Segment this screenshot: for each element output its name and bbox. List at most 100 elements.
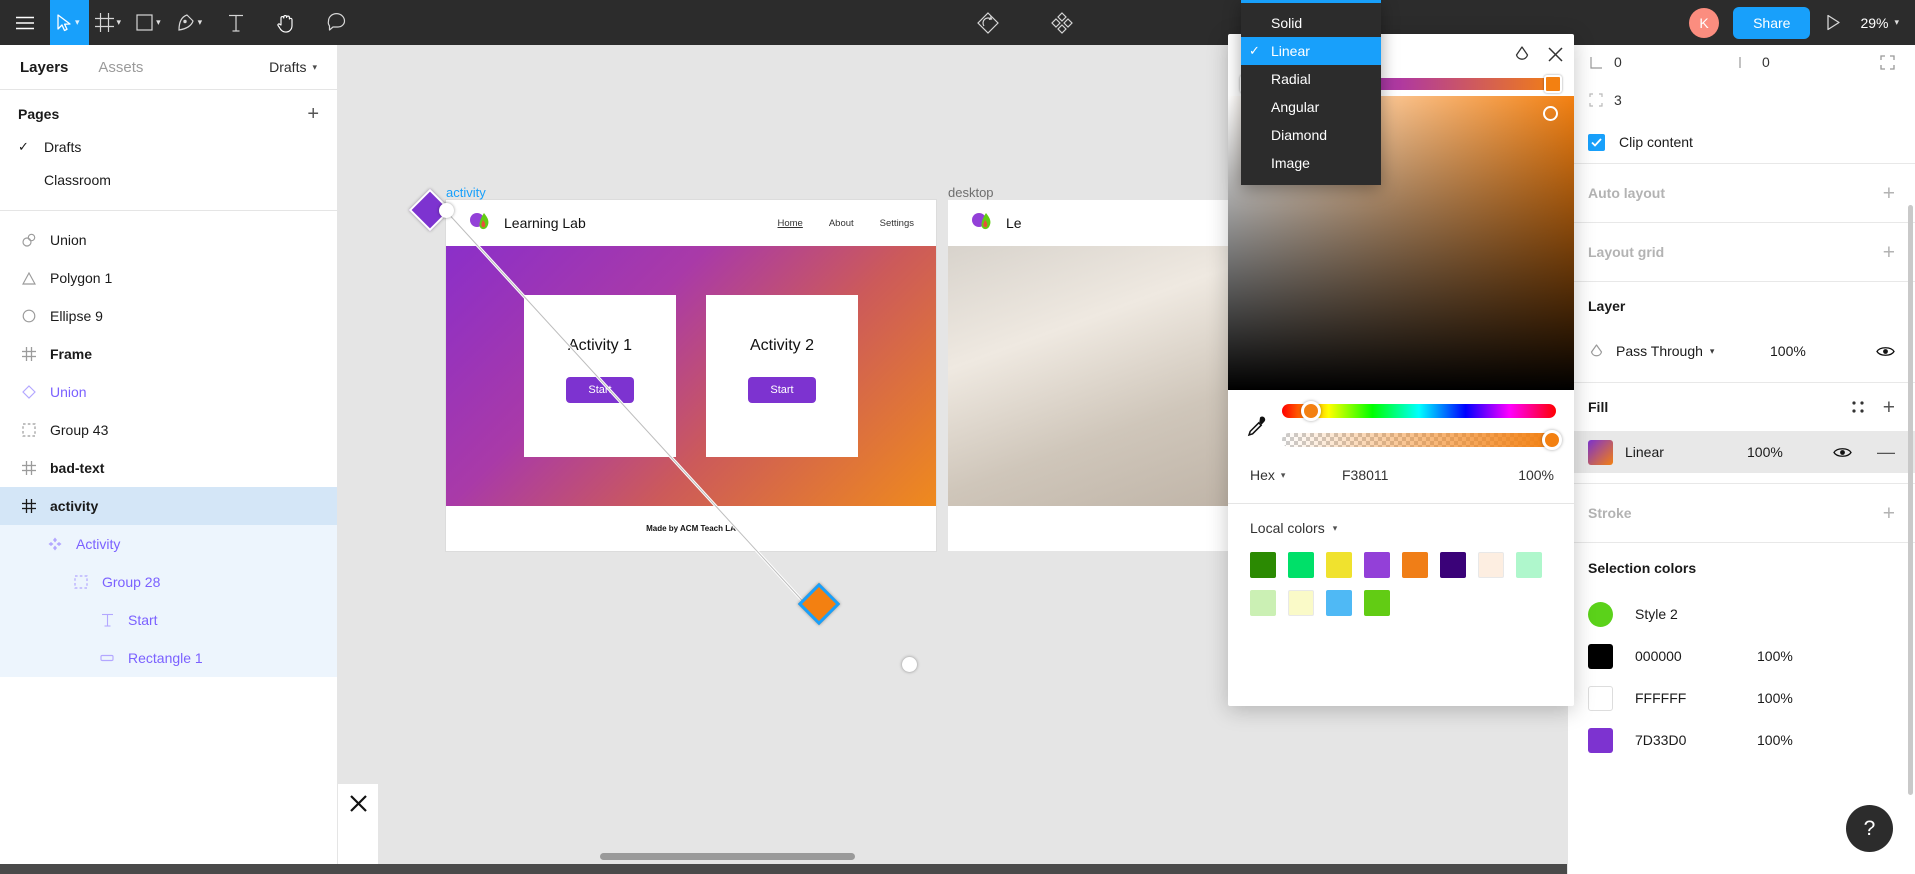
clip-content-checkbox[interactable] <box>1588 133 1605 151</box>
fill-item-row[interactable]: Linear 100% — <box>1568 431 1915 473</box>
local-color-swatch[interactable] <box>1402 552 1428 578</box>
activity-card-2[interactable]: Activity 2 Start <box>706 295 858 457</box>
gradient-type-option[interactable]: Diamond <box>1241 121 1381 149</box>
layer-row[interactable]: Union <box>0 373 337 411</box>
hue-slider-knob[interactable] <box>1301 401 1322 421</box>
zoom-control[interactable]: 29% ▾ <box>1856 15 1899 31</box>
fill-swatch[interactable] <box>1588 439 1613 465</box>
canvas-horizontal-scrollbar[interactable] <box>600 853 855 860</box>
add-layout-grid-button[interactable]: + <box>1883 242 1895 263</box>
fill-styles-icon[interactable] <box>1851 400 1865 414</box>
gradient-length-handle[interactable] <box>902 657 917 672</box>
pen-tool[interactable]: ▾ <box>170 0 212 45</box>
layer-row[interactable]: Union <box>0 221 337 259</box>
nav-link-about[interactable]: About <box>829 218 854 229</box>
left-panel-horizontal-scrollbar[interactable] <box>0 864 338 874</box>
layer-row[interactable]: activity <box>0 487 337 525</box>
selection-color-swatch[interactable] <box>1588 727 1613 753</box>
card-start-button[interactable]: Start <box>566 377 634 403</box>
layer-row[interactable]: Polygon 1 <box>0 259 337 297</box>
layer-row[interactable]: Frame <box>0 335 337 373</box>
tab-assets[interactable]: Assets <box>98 59 143 76</box>
move-tool[interactable]: ▾ <box>50 0 89 45</box>
main-menu-button[interactable] <box>0 0 50 45</box>
layer-row[interactable]: Start <box>0 601 337 639</box>
add-auto-layout-button[interactable]: + <box>1883 183 1895 204</box>
tab-layers[interactable]: Layers <box>20 59 68 76</box>
card-start-button[interactable]: Start <box>748 377 816 403</box>
fill-opacity-input[interactable]: 100% <box>1747 444 1809 460</box>
layer-row[interactable]: Group 43 <box>0 411 337 449</box>
alpha-slider[interactable] <box>1282 430 1562 450</box>
rotate-icon[interactable] <box>1515 45 1529 63</box>
text-tool[interactable] <box>211 0 261 45</box>
hex-value-input[interactable]: F38011 <box>1342 467 1388 483</box>
selection-color-row[interactable]: 000000 100% <box>1568 635 1915 677</box>
add-page-button[interactable]: + <box>307 104 319 124</box>
selection-color-swatch[interactable] <box>1588 601 1613 627</box>
help-button[interactable]: ? <box>1846 805 1893 852</box>
layer-row[interactable]: bad-text <box>0 449 337 487</box>
layer-row[interactable]: Group 28 <box>0 563 337 601</box>
page-item-drafts[interactable]: ✓ Drafts <box>0 130 337 163</box>
local-colors-dropdown[interactable]: Local colors ▾ <box>1228 504 1574 536</box>
local-color-swatch[interactable] <box>1326 552 1352 578</box>
local-color-swatch[interactable] <box>1364 552 1390 578</box>
gradient-type-option[interactable]: ✓ Linear <box>1241 37 1381 65</box>
alpha-slider-knob[interactable] <box>1542 430 1562 450</box>
hue-slider[interactable] <box>1282 401 1556 421</box>
alpha-value-input[interactable]: 100% <box>1518 467 1554 483</box>
rotation-field[interactable]: 0 <box>1588 54 1696 70</box>
layer-row[interactable]: Rectangle 1 <box>0 639 337 677</box>
avatar[interactable]: K <box>1689 7 1720 38</box>
selection-color-row[interactable]: FFFFFF 100% <box>1568 677 1915 719</box>
local-color-swatch[interactable] <box>1250 590 1276 616</box>
local-color-swatch[interactable] <box>1440 552 1466 578</box>
comment-tool[interactable] <box>311 0 361 45</box>
color-mode-dropdown[interactable]: Hex ▾ <box>1250 467 1342 483</box>
artboard-activity[interactable]: Learning Lab Home About Settings Activit… <box>446 200 936 551</box>
blend-mode-dropdown[interactable]: Pass Through ▾ <box>1616 343 1758 359</box>
gradient-rotate-handle[interactable] <box>439 203 454 218</box>
individual-corners-field[interactable]: 3 <box>1588 92 1696 108</box>
gradient-type-option[interactable]: Angular <box>1241 93 1381 121</box>
selection-color-row[interactable]: Style 2 <box>1568 593 1915 635</box>
frame-tool[interactable]: ▾ <box>89 0 131 45</box>
local-color-swatch[interactable] <box>1288 552 1314 578</box>
nav-link-home[interactable]: Home <box>778 218 803 229</box>
file-name-menu[interactable]: Drafts ▾ <box>269 59 317 75</box>
gradient-type-option[interactable]: Solid <box>1241 9 1381 37</box>
layer-opacity-input[interactable]: 100% <box>1770 343 1832 359</box>
local-color-swatch[interactable] <box>1478 552 1504 578</box>
corner-field[interactable]: 0 <box>1736 54 1844 70</box>
plugin-four-diamonds-icon[interactable] <box>1037 0 1087 45</box>
selection-color-swatch[interactable] <box>1588 643 1613 669</box>
add-fill-button[interactable]: + <box>1883 397 1895 418</box>
frame-label-desktop[interactable]: desktop <box>948 185 994 200</box>
present-button[interactable] <box>1810 0 1856 45</box>
selection-color-row[interactable]: 7D33D0 100% <box>1568 719 1915 761</box>
add-stroke-button[interactable]: + <box>1883 503 1895 524</box>
page-item-classroom[interactable]: Classroom <box>0 163 337 196</box>
local-color-swatch[interactable] <box>1288 590 1314 616</box>
activity-card-1[interactable]: Activity 1 Start <box>524 295 676 457</box>
local-color-swatch[interactable] <box>1364 590 1390 616</box>
gradient-stop-handle-end[interactable] <box>797 582 841 626</box>
share-button[interactable]: Share <box>1733 6 1811 39</box>
eye-icon[interactable] <box>1833 446 1852 459</box>
gradient-strip-stop-end[interactable] <box>1544 75 1562 93</box>
gradient-type-option[interactable]: Image <box>1241 149 1381 177</box>
eyedropper-icon[interactable] <box>1246 415 1268 437</box>
layer-row[interactable]: Activity <box>0 525 337 563</box>
component-diamond-icon[interactable] <box>963 0 1013 45</box>
eye-icon[interactable] <box>1876 345 1895 358</box>
selection-color-swatch[interactable] <box>1588 685 1613 711</box>
close-x-icon[interactable] <box>349 794 368 813</box>
layer-row[interactable]: Ellipse 9 <box>0 297 337 335</box>
local-color-swatch[interactable] <box>1250 552 1276 578</box>
nav-link-settings[interactable]: Settings <box>880 218 914 229</box>
local-color-swatch[interactable] <box>1516 552 1542 578</box>
remove-fill-button[interactable]: — <box>1877 443 1895 461</box>
local-color-swatch[interactable] <box>1326 590 1352 616</box>
hand-tool[interactable] <box>261 0 311 45</box>
